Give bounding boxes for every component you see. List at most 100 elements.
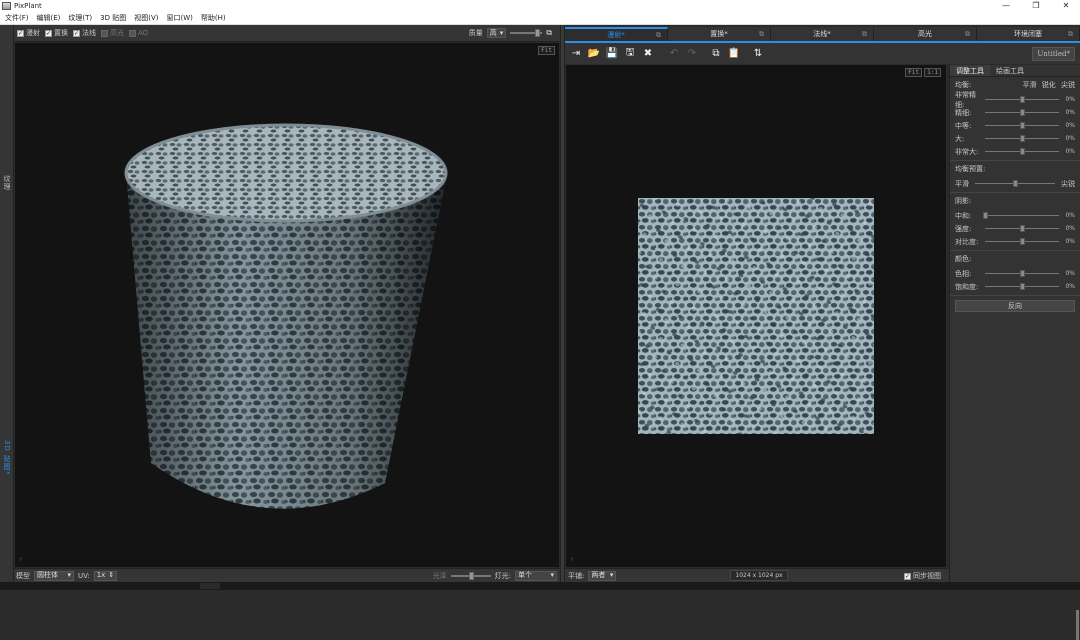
undock-icon[interactable]: ⧉ — [965, 27, 970, 41]
check-diffuse[interactable]: ✓ 漫射 — [17, 28, 40, 38]
clear-icon[interactable]: ✖ — [640, 46, 656, 62]
menu-help[interactable]: 帮助(H) — [201, 13, 226, 23]
slider-knob[interactable] — [1020, 135, 1025, 142]
side-tab-texture[interactable]: 纹理 — [2, 175, 12, 191]
minimize-button[interactable]: — — [998, 0, 1014, 12]
menu-texture[interactable]: 纹理(T) — [68, 13, 92, 23]
close-button[interactable]: ✕ — [1058, 0, 1074, 12]
undock-icon[interactable]: ⧉ — [546, 28, 552, 38]
open-folder-icon[interactable]: 📂 — [586, 46, 602, 62]
view2d-viewport[interactable]: Fit 1:1 ? — [566, 65, 946, 567]
sync-view-check[interactable]: ✓ 同步视图 — [904, 571, 941, 581]
checkbox-diffuse[interactable]: ✓ — [17, 29, 24, 37]
help-icon[interactable]: ? — [19, 557, 22, 564]
uv-spinbox[interactable]: 1x ⇕ — [93, 570, 118, 581]
tab-paint-tools[interactable]: 绘画工具 — [990, 65, 1030, 76]
tab-displacement-label: 置换* — [710, 30, 728, 38]
side-tab-3d-maps[interactable]: 3D 贴图* — [2, 440, 12, 476]
slider-knob[interactable] — [1020, 270, 1025, 277]
equalize-preset-slider[interactable] — [975, 180, 1055, 187]
tab-ambient-occlusion[interactable]: 环境闭塞 ⧉ — [977, 27, 1080, 41]
undo-icon[interactable]: ↶ — [666, 46, 682, 62]
equalize-large-slider[interactable] — [985, 135, 1059, 142]
restore-button[interactable]: ❐ — [1028, 0, 1044, 12]
help-icon[interactable]: ? — [570, 557, 573, 564]
gloss-slider[interactable] — [450, 571, 491, 580]
model-dropdown[interactable]: 圆柱体 ▾ — [34, 570, 74, 581]
checkbox-specular[interactable] — [101, 29, 108, 37]
save-icon[interactable]: 💾 — [604, 46, 620, 62]
equalize-fine-slider[interactable] — [985, 109, 1059, 116]
check-specular[interactable]: 高光 — [101, 28, 124, 38]
color-hue-slider[interactable] — [985, 270, 1059, 277]
checkbox-normal[interactable]: ✓ — [73, 29, 80, 37]
check-displacement[interactable]: ✓ 置换 — [45, 28, 68, 38]
undock-icon[interactable]: ⧉ — [656, 29, 661, 41]
model-value: 圆柱体 — [37, 571, 58, 579]
view3d-viewport[interactable]: Fit ? — [15, 43, 559, 567]
gloss-slider-knob[interactable] — [468, 571, 474, 580]
checkbox-sync-view[interactable]: ✓ — [904, 572, 911, 580]
slider-knob[interactable] — [1020, 148, 1025, 155]
menu-edit[interactable]: 编辑(E) — [37, 13, 61, 23]
tab-adjust-tools[interactable]: 调整工具 — [950, 65, 990, 76]
check-ao[interactable]: AO — [129, 29, 148, 37]
panel-scrollbar[interactable] — [1076, 610, 1079, 640]
paste-icon[interactable]: 📋 — [726, 46, 742, 62]
slider-knob[interactable] — [1020, 225, 1025, 232]
menu-3d-maps[interactable]: 3D 贴图 — [100, 13, 126, 23]
slider-knob[interactable] — [983, 212, 988, 219]
checkbox-displacement[interactable]: ✓ — [45, 29, 52, 37]
slider-knob[interactable] — [1020, 283, 1025, 290]
equalize-sharp-option[interactable]: 尖锐 — [1061, 81, 1075, 89]
reverse-button[interactable]: 反向 — [955, 300, 1075, 312]
pane-splitter[interactable] — [560, 25, 565, 582]
equalize-sharpen-option[interactable]: 锐化 — [1042, 81, 1056, 89]
quality-dropdown[interactable]: 高 ▾ — [486, 28, 507, 38]
import-icon[interactable]: ⇥ — [568, 46, 584, 62]
slider-knob[interactable] — [1020, 122, 1025, 129]
checkbox-ao[interactable] — [129, 29, 136, 37]
view2d-one-to-one-button[interactable]: 1:1 — [924, 68, 941, 77]
tab-specular[interactable]: 高光 ⧉ — [874, 27, 977, 41]
equalize-smooth-option[interactable]: 平滑 — [1023, 81, 1037, 89]
menu-window[interactable]: 窗口(W) — [166, 13, 192, 23]
view2d-fit-button[interactable]: Fit — [905, 68, 922, 77]
slider-value: 0% — [1065, 96, 1075, 103]
light-dropdown[interactable]: 单个 ▾ — [515, 570, 557, 581]
equalize-very-fine-slider[interactable] — [985, 96, 1059, 103]
tab-normal[interactable]: 法线* ⧉ — [771, 27, 874, 41]
save-as-icon[interactable]: 🖫 — [622, 46, 638, 62]
menu-file[interactable]: 文件(F) — [5, 13, 29, 23]
check-normal[interactable]: ✓ 法线 — [73, 28, 96, 38]
tab-displacement[interactable]: 置换* ⧉ — [668, 27, 771, 41]
slider-knob[interactable] — [1020, 109, 1025, 116]
tab-diffuse[interactable]: 漫射* ⧉ — [565, 27, 668, 41]
quality-slider-knob[interactable] — [535, 29, 541, 37]
equalize-medium-slider[interactable] — [985, 122, 1059, 129]
copy-icon[interactable]: ⧉ — [708, 46, 724, 62]
menu-view[interactable]: 视图(V) — [134, 13, 158, 23]
undock-icon[interactable]: ⧉ — [1068, 27, 1073, 41]
equalize-very-large-slider[interactable] — [985, 148, 1059, 155]
uv-value: 1x — [96, 571, 106, 579]
slider-knob[interactable] — [1020, 96, 1025, 103]
undock-icon[interactable]: ⧉ — [759, 27, 764, 41]
tile-dropdown[interactable]: 两者 ▾ — [588, 570, 617, 581]
tile-value: 两者 — [591, 571, 606, 579]
swap-icon[interactable]: ⇅ — [750, 46, 766, 62]
slider-label: 大: — [955, 134, 965, 143]
undock-icon[interactable]: ⧉ — [862, 27, 867, 41]
shadows-contrast-slider[interactable] — [985, 238, 1059, 245]
shadows-neutralize-slider[interactable] — [983, 212, 1059, 219]
shadows-strength-slider[interactable] — [985, 225, 1059, 232]
slider-value: 0% — [1065, 135, 1075, 142]
tab-diffuse-label: 漫射* — [607, 31, 625, 39]
quality-slider[interactable] — [510, 29, 543, 37]
texture-name-field[interactable]: Untitled* — [1032, 47, 1075, 61]
title-bar: PixPlant — ❐ ✕ — [0, 0, 1080, 12]
redo-icon[interactable]: ↷ — [684, 46, 700, 62]
slider-knob[interactable] — [1013, 180, 1018, 187]
color-saturation-slider[interactable] — [985, 283, 1059, 290]
slider-knob[interactable] — [1020, 238, 1025, 245]
